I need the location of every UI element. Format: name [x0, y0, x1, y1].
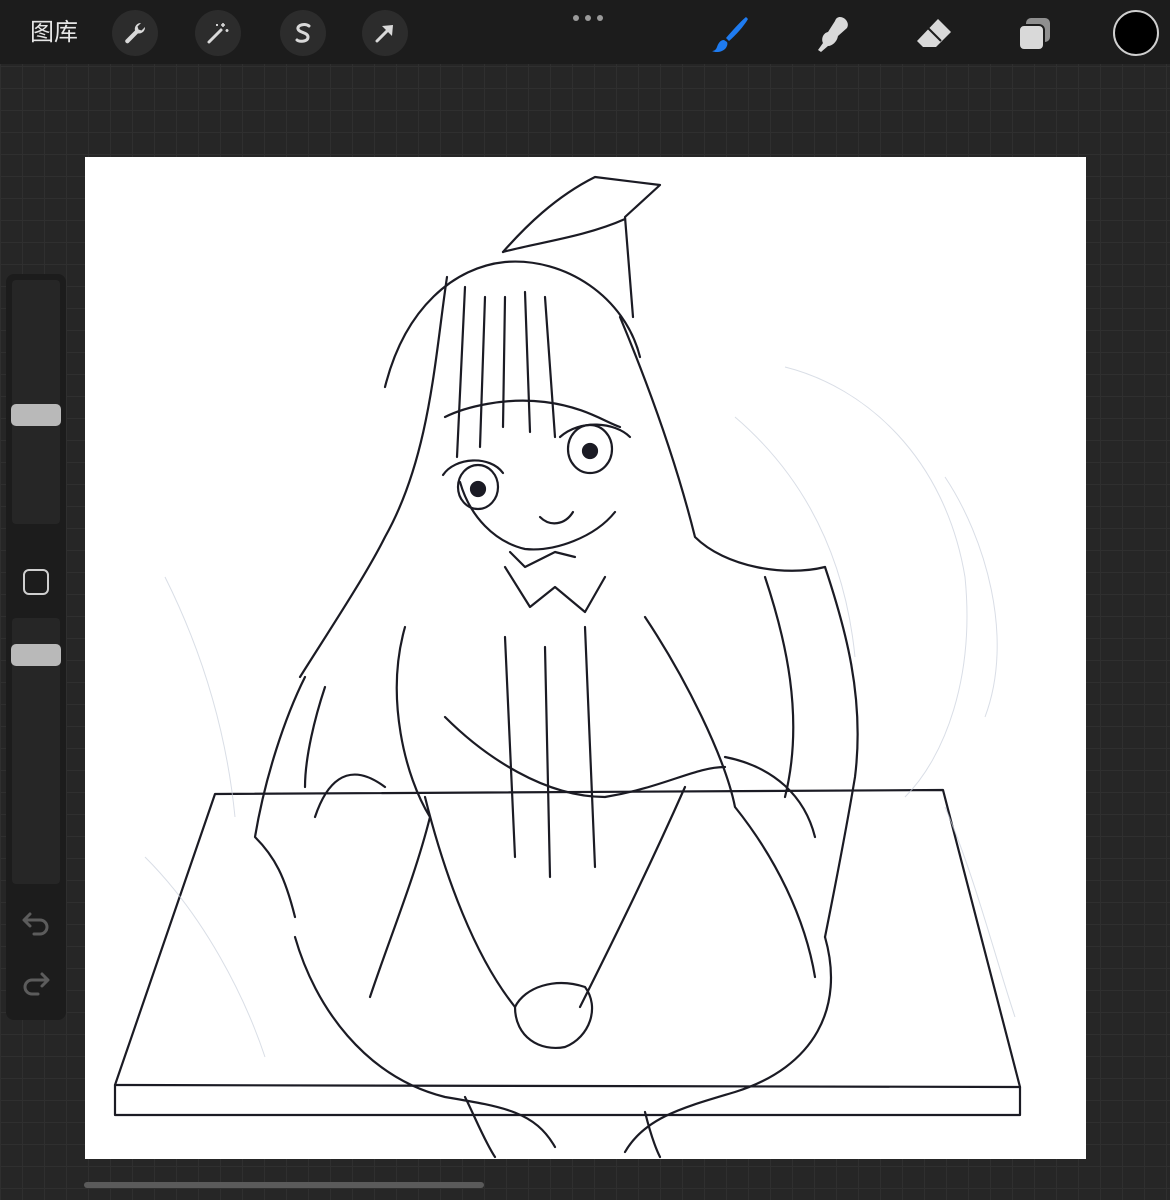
layers-icon[interactable]: [1013, 12, 1057, 56]
color-picker-button[interactable]: [1113, 10, 1159, 56]
more-options-icon[interactable]: [570, 8, 606, 28]
selection-icon[interactable]: [280, 10, 326, 56]
top-toolbar: 图库: [0, 0, 1170, 64]
canvas-scrollbar[interactable]: [84, 1182, 484, 1188]
modify-button[interactable]: [23, 569, 49, 595]
brush-size-slider[interactable]: [12, 280, 60, 524]
brush-size-slider-thumb[interactable]: [11, 404, 61, 426]
undo-icon[interactable]: [20, 908, 52, 936]
magic-wand-icon[interactable]: [195, 10, 241, 56]
smudge-icon[interactable]: [810, 12, 854, 56]
brush-icon[interactable]: [708, 12, 752, 56]
gallery-button[interactable]: 图库: [30, 16, 78, 48]
eraser-icon[interactable]: [912, 12, 956, 56]
left-sidebar: [6, 274, 66, 1020]
transform-arrow-icon[interactable]: [362, 10, 408, 56]
redo-icon[interactable]: [20, 968, 52, 996]
opacity-slider-thumb[interactable]: [11, 644, 61, 666]
sketch-artwork: [113, 175, 1022, 1159]
wrench-icon[interactable]: [112, 10, 158, 56]
drawing-canvas[interactable]: [85, 157, 1086, 1159]
